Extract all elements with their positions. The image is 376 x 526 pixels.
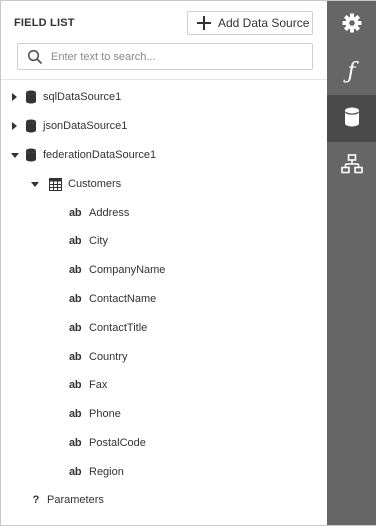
plus-icon: [197, 16, 211, 30]
header-divider: [1, 79, 327, 80]
field-item-country[interactable]: ab Country: [69, 347, 128, 367]
string-field-icon: ab: [69, 408, 82, 420]
database-icon: [344, 107, 360, 130]
function-icon: ƒ: [347, 59, 356, 84]
string-field-icon: ab: [69, 264, 82, 276]
sidebar-button-properties[interactable]: [327, 1, 376, 48]
field-label: Phone: [89, 408, 121, 420]
field-item-contactname[interactable]: ab ContactName: [69, 289, 156, 309]
expand-arrow-icon[interactable]: [11, 122, 19, 130]
collapse-arrow-icon[interactable]: [31, 180, 39, 188]
field-item-fax[interactable]: ab Fax: [69, 375, 107, 395]
field-item-address[interactable]: ab Address: [69, 203, 129, 223]
sidebar-button-field-list[interactable]: [327, 95, 376, 142]
string-field-icon: ab: [69, 207, 82, 219]
sidebar-button-expressions[interactable]: ƒ: [327, 48, 376, 95]
field-label: Region: [89, 466, 124, 478]
field-label: Address: [89, 207, 130, 219]
tree-item-label: federationDataSource1: [43, 149, 157, 161]
string-field-icon: ab: [69, 293, 82, 305]
tree-item-label: jsonDataSource1: [43, 120, 128, 132]
add-data-source-button[interactable]: Add Data Source: [187, 11, 313, 35]
string-field-icon: ab: [69, 235, 82, 247]
search-box[interactable]: [17, 43, 313, 70]
field-label: ContactName: [89, 293, 157, 305]
database-icon: [25, 90, 37, 104]
tree-item-label: Customers: [68, 178, 122, 190]
field-item-phone[interactable]: ab Phone: [69, 404, 121, 424]
hierarchy-icon: [340, 154, 363, 177]
collapse-arrow-icon[interactable]: [11, 151, 19, 159]
tree-item-jsondatasource1[interactable]: jsonDataSource1: [11, 116, 127, 136]
add-data-source-label: Add Data Source: [218, 16, 310, 30]
field-label: ContactTitle: [89, 322, 148, 334]
parameters-icon: ?: [32, 494, 40, 506]
database-icon: [25, 148, 37, 162]
expand-arrow-icon[interactable]: [11, 93, 19, 101]
tree-item-label: Parameters: [47, 494, 104, 506]
tree-item-federationdatasource1[interactable]: federationDataSource1: [11, 145, 156, 165]
sidebar: ƒ: [327, 1, 376, 525]
field-label: Fax: [89, 379, 108, 391]
panel-title: FIELD LIST: [14, 17, 75, 29]
field-item-region[interactable]: ab Region: [69, 462, 124, 482]
tree-item-customers[interactable]: Customers: [31, 174, 121, 194]
field-item-companyname[interactable]: ab CompanyName: [69, 260, 165, 280]
tree-item-sqldatasource1[interactable]: sqlDataSource1: [11, 87, 121, 107]
field-label: CompanyName: [89, 264, 166, 276]
string-field-icon: ab: [69, 437, 82, 449]
field-item-postalcode[interactable]: ab PostalCode: [69, 433, 146, 453]
search-input[interactable]: [51, 50, 301, 63]
database-icon: [25, 119, 37, 133]
table-icon: [49, 177, 62, 191]
string-field-icon: ab: [69, 322, 82, 334]
field-label: Country: [89, 351, 128, 363]
field-label: City: [89, 235, 108, 247]
field-label: PostalCode: [89, 437, 146, 449]
field-list-panel: FIELD LIST Add Data Source sqlDataSource…: [0, 0, 376, 526]
string-field-icon: ab: [69, 379, 82, 391]
field-item-contacttitle[interactable]: ab ContactTitle: [69, 318, 147, 338]
search-icon: [27, 49, 43, 65]
tree-item-parameters[interactable]: ? Parameters: [31, 490, 104, 510]
string-field-icon: ab: [69, 351, 82, 363]
string-field-icon: ab: [69, 466, 82, 478]
field-item-city[interactable]: ab City: [69, 231, 108, 251]
sidebar-button-report-explorer[interactable]: [327, 142, 376, 189]
field-list-main: FIELD LIST Add Data Source sqlDataSource…: [1, 1, 327, 525]
gear-icon: [342, 13, 362, 36]
tree-item-label: sqlDataSource1: [43, 91, 122, 103]
